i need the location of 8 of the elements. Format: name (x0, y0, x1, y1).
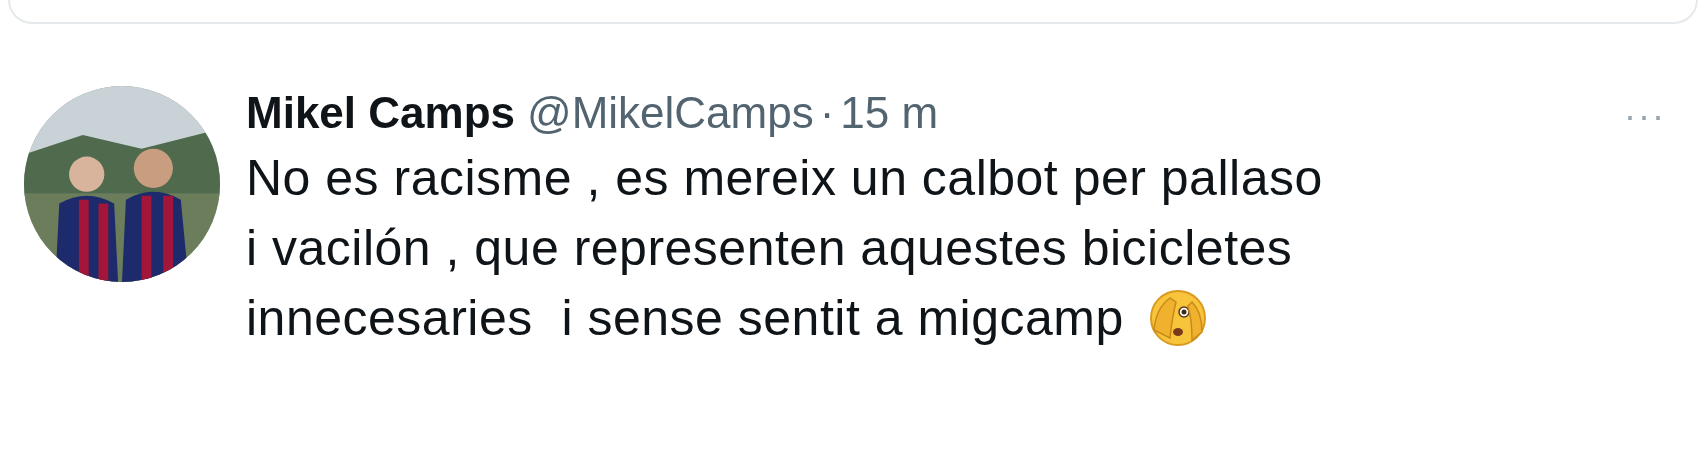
peeking-face-icon (1147, 288, 1208, 348)
tweet-text-line: innecesaries i sense sentit a migcamp (246, 289, 1124, 348)
separator: · (819, 87, 835, 139)
user-name[interactable]: Mikel Camps (246, 86, 515, 140)
user-handle[interactable]: @MikelCamps (527, 86, 814, 140)
tweet-text-line: No es racisme , es mereix un calbot per pallaso (246, 149, 1324, 208)
timestamp[interactable]: 15 m (840, 86, 939, 140)
tweet-text-line: i vacilón , que representen aquestes bicicletes (246, 219, 1294, 278)
